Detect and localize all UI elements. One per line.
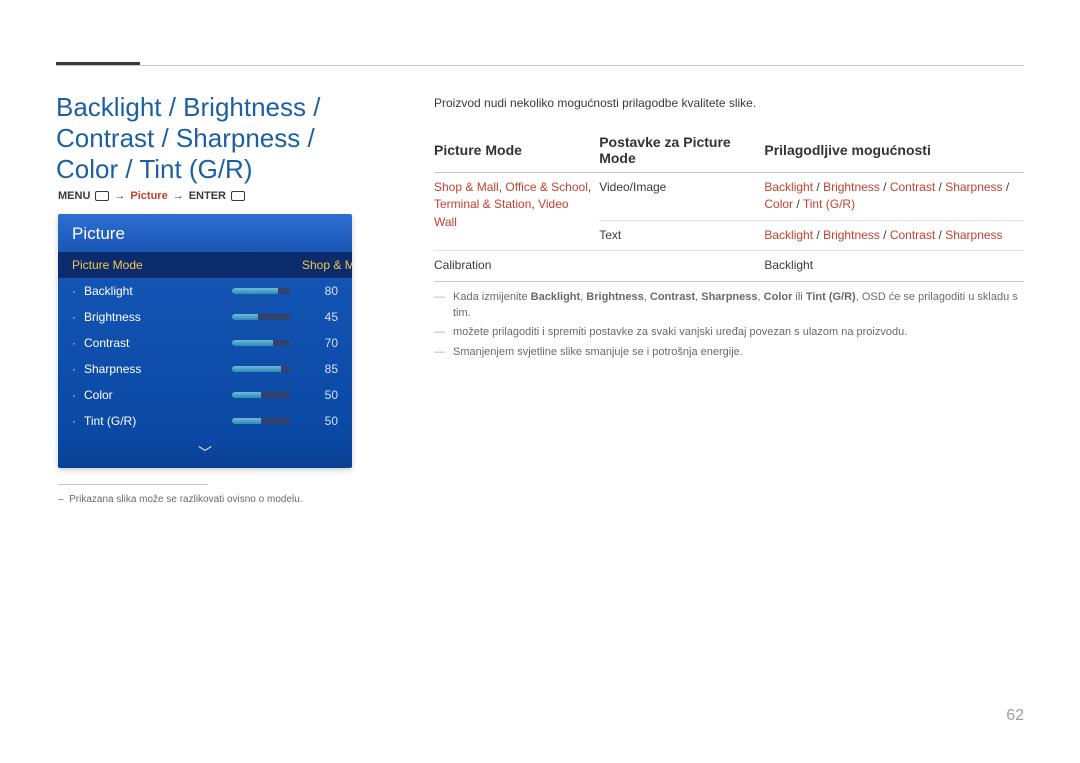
slider[interactable] (232, 314, 290, 320)
picture-osd-panel: Picture Picture Mode Shop & Mall · Backl… (58, 214, 352, 468)
chevron-down-icon: ﹀ (198, 445, 212, 461)
panel-scroll-down[interactable]: ﹀ (58, 440, 352, 468)
menu-item-brightness[interactable]: · Brightness 45 (58, 304, 352, 330)
slider[interactable] (232, 392, 290, 398)
note-item: ― Smanjenjem svjetline slike smanjuje se… (434, 345, 1024, 361)
dash-icon: ― (434, 325, 445, 341)
menu-item-picture-mode[interactable]: Picture Mode Shop & Mall (58, 252, 352, 278)
menu-item-backlight[interactable]: · Backlight 80 (58, 278, 352, 304)
menu-item-value: 85 (302, 362, 338, 376)
menu-item-value: 45 (302, 310, 338, 324)
table-row: Shop & Mall, Office & School, Terminal &… (434, 173, 1024, 221)
cell-picture-mode: Calibration (434, 251, 599, 281)
arrow-icon: → (114, 190, 125, 202)
menu-item-label: Contrast (84, 336, 232, 350)
table-header: Prilagodljive mogućnosti (764, 128, 1024, 173)
menu-item-label: Backlight (84, 284, 232, 298)
page-title: Backlight / Brightness / Contrast / Shar… (56, 92, 356, 186)
menu-item-value: 50 (302, 388, 338, 402)
menu-item-label: Brightness (84, 310, 232, 324)
footnote: – Prikazana slika može se razlikovati ov… (58, 494, 303, 505)
menu-item-label: Sharpness (84, 362, 232, 376)
menu-item-value: Shop & Mall (302, 258, 338, 272)
section-divider (56, 65, 1024, 66)
table-header: Postavke za Picture Mode (599, 128, 764, 173)
arrow-icon: → (173, 190, 184, 202)
enter-icon (231, 191, 245, 201)
cell-adjustable: Backlight / Brightness / Contrast / Shar… (764, 220, 1024, 250)
dash-icon: ― (434, 290, 445, 322)
menu-item-tint[interactable]: · Tint (G/R) 50 (58, 408, 352, 434)
page-number: 62 (1006, 707, 1024, 725)
slider[interactable] (232, 288, 290, 294)
bullet-icon: · (72, 284, 84, 298)
cell-setting: Text (599, 220, 764, 250)
menu-item-value: 50 (302, 414, 338, 428)
slider[interactable] (232, 418, 290, 424)
note-text: Smanjenjem svjetline slike smanjuje se i… (453, 345, 743, 361)
menu-item-color[interactable]: · Color 50 (58, 382, 352, 408)
menu-icon (95, 191, 109, 201)
panel-header: Picture (58, 214, 352, 252)
notes: ― Kada izmijenite Backlight, Brightness,… (434, 290, 1024, 362)
table-header: Picture Mode (434, 128, 599, 173)
menu-item-value: 70 (302, 336, 338, 350)
content-column: Proizvod nudi nekoliko mogućnosti prilag… (434, 96, 1024, 361)
breadcrumb-enter: ENTER (189, 190, 226, 202)
slider[interactable] (232, 340, 290, 346)
note-item: ― Kada izmijenite Backlight, Brightness,… (434, 290, 1024, 322)
note-text: možete prilagoditi i spremiti postavke z… (453, 325, 907, 341)
cell-picture-mode: Shop & Mall, Office & School, Terminal &… (434, 173, 599, 251)
footnote-divider (58, 484, 208, 485)
footnote-dash: – (58, 494, 64, 505)
slider[interactable] (232, 366, 290, 372)
cell-adjustable: Backlight / Brightness / Contrast / Shar… (764, 173, 1024, 221)
bullet-icon: · (72, 310, 84, 324)
breadcrumb: MENU → Picture → ENTER (58, 190, 245, 202)
note-item: ― možete prilagoditi i spremiti postavke… (434, 325, 1024, 341)
menu-item-label: Color (84, 388, 232, 402)
bullet-icon: · (72, 388, 84, 402)
note-text: Kada izmijenite Backlight, Brightness, C… (453, 290, 1024, 322)
menu-item-label: Picture Mode (72, 258, 302, 272)
cell-setting (599, 251, 764, 281)
menu-item-value: 80 (302, 284, 338, 298)
breadcrumb-menu: MENU (58, 190, 90, 202)
options-table: Picture Mode Postavke za Picture Mode Pr… (434, 128, 1024, 282)
panel-body: Picture Mode Shop & Mall · Backlight 80 … (58, 252, 352, 440)
footnote-text: Prikazana slika može se razlikovati ovis… (69, 494, 302, 505)
breadcrumb-picture: Picture (130, 190, 167, 202)
cell-adjustable: Backlight (764, 251, 1024, 281)
table-row: Calibration Backlight (434, 251, 1024, 281)
bullet-icon: · (72, 414, 84, 428)
bullet-icon: · (72, 362, 84, 376)
dash-icon: ― (434, 345, 445, 361)
bullet-icon: · (72, 336, 84, 350)
menu-item-label: Tint (G/R) (84, 414, 232, 428)
cell-setting: Video/Image (599, 173, 764, 221)
intro-text: Proizvod nudi nekoliko mogućnosti prilag… (434, 96, 1024, 110)
menu-item-contrast[interactable]: · Contrast 70 (58, 330, 352, 356)
menu-item-sharpness[interactable]: · Sharpness 85 (58, 356, 352, 382)
